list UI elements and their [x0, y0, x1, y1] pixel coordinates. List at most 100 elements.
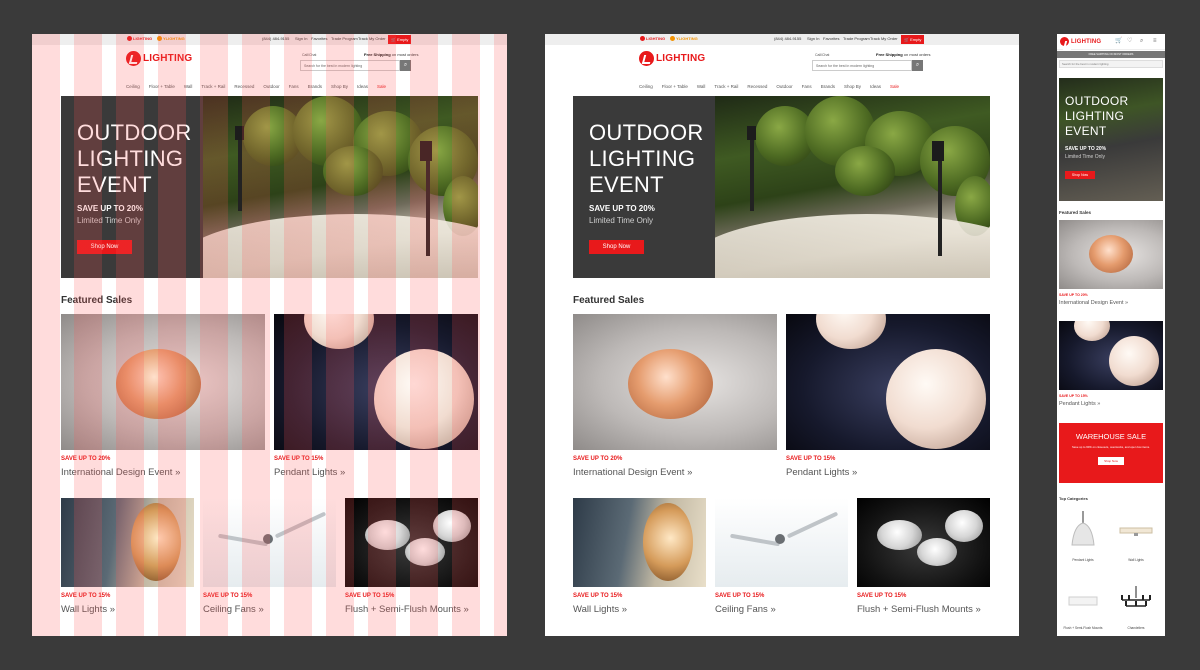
nav-ceiling[interactable]: Ceiling	[639, 84, 653, 89]
favorites-link[interactable]: Favorites	[823, 36, 839, 41]
category-flush-image[interactable]	[1060, 580, 1106, 622]
shop-now-button[interactable]: Shop Now	[589, 240, 644, 254]
trade-program-link[interactable]: Trade Program	[331, 36, 358, 41]
sign-in-link[interactable]: Sign In	[807, 36, 819, 41]
nav-floor-table[interactable]: Floor + Table	[662, 84, 688, 89]
wall-lights-link[interactable]: Wall Lights »	[61, 604, 115, 615]
wall-lights-image[interactable]	[573, 498, 706, 587]
site-logo[interactable]: LIGHTING	[639, 51, 705, 66]
nav-wall[interactable]: Wall	[184, 84, 193, 89]
nav-recessed[interactable]: Recessed	[747, 84, 767, 89]
ceiling-fans-image[interactable]	[203, 498, 336, 587]
chandelier-icon	[1121, 586, 1151, 607]
international-design-image[interactable]	[61, 314, 265, 450]
nav-ideas[interactable]: Ideas	[870, 84, 881, 89]
warehouse-sale-banner[interactable]: WAREHOUSE SALE Save up to 60% on closeou…	[1059, 423, 1163, 483]
call-chat-link[interactable]: Call/Chat	[815, 53, 829, 57]
pendant-lights-image[interactable]	[786, 314, 990, 450]
logo-wordmark: LIGHTING	[1071, 38, 1102, 45]
search-input[interactable]: Search for the best in modern lighting	[812, 60, 912, 71]
call-chat-link[interactable]: Call/Chat	[302, 53, 316, 57]
brand-tab-label: YLIGHTING	[163, 36, 185, 41]
nav-brands[interactable]: Brands	[308, 84, 322, 89]
nav-ideas[interactable]: Ideas	[357, 84, 368, 89]
wall-lights-link[interactable]: Wall Lights »	[573, 604, 627, 615]
nav-fans[interactable]: Fans	[289, 84, 299, 89]
brand-ylighting-tab[interactable]: YLIGHTING	[670, 36, 698, 42]
brand-lighting-tab[interactable]: LIGHTING	[640, 36, 665, 42]
nav-shop-by[interactable]: Shop By	[844, 84, 861, 89]
menu-icon[interactable]: ≡	[1153, 38, 1157, 44]
international-design-link[interactable]: International Design Event »	[61, 467, 180, 478]
search-input[interactable]: Search for the best in modern lighting	[300, 60, 400, 71]
cart-button[interactable]: 🛒 Empty	[901, 35, 925, 44]
nav-outdoor[interactable]: Outdoor	[776, 84, 792, 89]
warehouse-shop-now-button[interactable]: Shop Now	[1098, 457, 1124, 465]
category-chandelier-label[interactable]: Chandeliers	[1113, 626, 1159, 630]
nav-ceiling[interactable]: Ceiling	[126, 84, 140, 89]
search-icon[interactable]: ⌕	[1140, 38, 1143, 44]
mobile-pendant-lights-link[interactable]: Pendant Lights »	[1059, 401, 1100, 407]
ceiling-fans-link[interactable]: Ceiling Fans »	[203, 604, 264, 615]
nav-floor-table[interactable]: Floor + Table	[149, 84, 175, 89]
hero-subtitle: Limited Time Only	[77, 216, 142, 225]
flush-mounts-image[interactable]	[857, 498, 990, 587]
nav-brands[interactable]: Brands	[821, 84, 835, 89]
category-flush-label[interactable]: Flush + Semi-Flush Mounts	[1060, 626, 1106, 630]
nav-recessed[interactable]: Recessed	[234, 84, 254, 89]
site-logo[interactable]: LIGHTING	[126, 51, 192, 66]
nav-fans[interactable]: Fans	[802, 84, 812, 89]
logo-mark-icon	[126, 51, 141, 66]
mobile-international-design-image[interactable]	[1059, 220, 1163, 289]
international-design-image[interactable]	[573, 314, 777, 450]
category-wall-label[interactable]: Wall Lights	[1113, 558, 1159, 562]
search-button[interactable]: ⌕	[912, 60, 923, 71]
trade-program-link[interactable]: Trade Program	[843, 36, 870, 41]
shipping-message: Free Shipping on most orders	[876, 52, 930, 57]
international-design-link[interactable]: International Design Event »	[573, 467, 692, 478]
warehouse-description: Save up to 60% on closeouts, overstocks,…	[1072, 445, 1150, 449]
cart-icon[interactable]: 🛒	[1115, 38, 1122, 44]
nav-shop-by[interactable]: Shop By	[331, 84, 348, 89]
nav-sale[interactable]: Sale	[890, 84, 899, 89]
mobile-search-input[interactable]: Search for the best in modern lighting	[1059, 60, 1163, 68]
pendant-lights-image[interactable]	[274, 314, 478, 450]
heart-icon[interactable]: ♡	[1127, 38, 1132, 44]
track-order-link[interactable]: Track My Order	[358, 36, 386, 41]
pendant-lights-link[interactable]: Pendant Lights »	[786, 467, 857, 478]
track-order-link[interactable]: Track My Order	[870, 36, 898, 41]
flush-fixture	[365, 520, 410, 550]
site-logo[interactable]: LIGHTING	[1060, 37, 1101, 46]
category-pendant-label[interactable]: Pendant Lights	[1060, 558, 1106, 562]
card-save-label: SAVE UP TO 15%	[345, 593, 395, 599]
phone-number[interactable]: (844) 484-9155	[262, 36, 289, 41]
phone-number[interactable]: (844) 484-9155	[774, 36, 801, 41]
bollard-head	[932, 141, 944, 161]
nav-sale[interactable]: Sale	[377, 84, 386, 89]
category-chandelier-image[interactable]	[1113, 580, 1159, 622]
cart-button[interactable]: 🛒 Empty	[388, 35, 412, 44]
wall-lights-image[interactable]	[61, 498, 194, 587]
sign-in-link[interactable]: Sign In	[295, 36, 307, 41]
ceiling-fans-link[interactable]: Ceiling Fans »	[715, 604, 776, 615]
category-wall-image[interactable]	[1113, 510, 1159, 552]
category-pendant-image[interactable]	[1060, 510, 1106, 552]
mobile-shop-now-button[interactable]: Shop Now	[1065, 171, 1095, 179]
nav-outdoor[interactable]: Outdoor	[263, 84, 279, 89]
brand-lighting-tab[interactable]: LIGHTING	[127, 36, 152, 42]
flush-mounts-link[interactable]: Flush + Semi-Flush Mounts »	[345, 604, 469, 615]
shop-now-button[interactable]: Shop Now	[77, 240, 132, 254]
nav-wall[interactable]: Wall	[697, 84, 706, 89]
flush-mounts-link[interactable]: Flush + Semi-Flush Mounts »	[857, 604, 981, 615]
nav-track-rail[interactable]: Track + Rail	[714, 84, 738, 89]
mobile-international-design-link[interactable]: International Design Event »	[1059, 300, 1128, 306]
search-button[interactable]: ⌕	[400, 60, 411, 71]
favorites-link[interactable]: Favorites	[311, 36, 327, 41]
card-save-label: SAVE UP TO 15%	[715, 593, 765, 599]
mobile-pendant-lights-image[interactable]	[1059, 321, 1163, 390]
flush-mounts-image[interactable]	[345, 498, 478, 587]
nav-track-rail[interactable]: Track + Rail	[201, 84, 225, 89]
pendant-lights-link[interactable]: Pendant Lights »	[274, 467, 345, 478]
ceiling-fans-image[interactable]	[715, 498, 848, 587]
brand-ylighting-tab[interactable]: YLIGHTING	[157, 36, 185, 42]
